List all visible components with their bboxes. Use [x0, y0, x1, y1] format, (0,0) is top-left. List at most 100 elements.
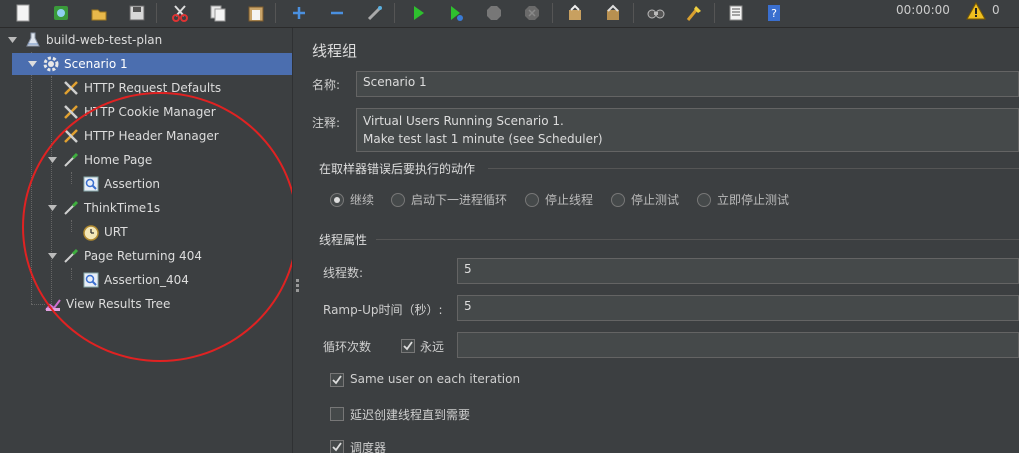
templates-icon[interactable]	[48, 1, 74, 25]
expand-arrow-icon[interactable]	[26, 58, 38, 70]
section-divider	[376, 239, 1019, 240]
stop-icon[interactable]	[481, 1, 507, 25]
thread-group-panel: 线程组 名称: Scenario 1 注释: Virtual Users Run…	[302, 28, 1019, 453]
pipette-icon	[62, 151, 80, 169]
collapse-icon[interactable]	[324, 1, 350, 25]
tree-item-label: ThinkTime1s	[84, 201, 161, 215]
scheduler-label: 调度器	[350, 441, 387, 453]
radio-label: 停止线程	[545, 193, 594, 207]
loop-count-field[interactable]	[457, 332, 1019, 358]
page-title: 线程组	[312, 42, 358, 60]
save-icon[interactable]	[124, 1, 150, 25]
tree-item-assertion[interactable]: Assertion	[82, 173, 160, 195]
tree-item-scenario-1[interactable]: Scenario 1	[12, 53, 292, 75]
radio-label: 启动下一进程循环	[411, 193, 508, 207]
radio-label: 继续	[350, 193, 375, 207]
expand-arrow-icon[interactable]	[46, 250, 58, 262]
check-icon	[332, 442, 342, 452]
new-icon[interactable]	[10, 1, 36, 25]
radio-stop-test[interactable]: 停止测试	[611, 191, 679, 208]
tree-item-label: URT	[104, 225, 128, 239]
error-action-section-title: 在取样器错误后要执行的动作	[319, 162, 476, 176]
expand-icon[interactable]	[286, 1, 312, 25]
comment-field[interactable]: Virtual Users Running Scenario 1. Make t…	[356, 108, 1019, 152]
warning-count: 0	[992, 3, 1000, 17]
cut-icon[interactable]	[167, 1, 193, 25]
chart-icon	[44, 295, 62, 313]
expand-arrow-icon[interactable]	[46, 202, 58, 214]
start-icon[interactable]	[405, 1, 431, 25]
tree-item-assertion-404[interactable]: Assertion_404	[82, 269, 189, 291]
gear-icon	[42, 55, 60, 73]
section-divider	[488, 168, 1019, 169]
forever-checkbox[interactable]	[401, 339, 415, 353]
radio-continue[interactable]: 继续	[330, 191, 374, 208]
tree-item-page-returning-404[interactable]: Page Returning 404	[46, 245, 202, 267]
radio-start-next-loop[interactable]: 启动下一进程循环	[391, 191, 507, 208]
tree-item-view-results-tree[interactable]: View Results Tree	[44, 293, 170, 315]
tree-item-label: Assertion	[104, 177, 161, 191]
tree-item-label: Assertion_404	[104, 273, 189, 287]
tree-item-label: HTTP Request Defaults	[84, 81, 222, 95]
scheduler-checkbox[interactable]	[330, 440, 344, 453]
tree-item-test-plan[interactable]: build-web-test-plan	[6, 29, 292, 51]
toolbar: ? 00:00:00 0	[0, 0, 1019, 28]
search-icon[interactable]	[643, 1, 669, 25]
comment-line: Make test last 1 minute (see Scheduler)	[363, 132, 603, 146]
tree-item-http-request-defaults[interactable]: HTTP Request Defaults	[62, 77, 221, 99]
threads-field[interactable]: 5	[457, 258, 1019, 284]
threads-label: 线程数:	[323, 266, 364, 280]
tree-item-label: Scenario 1	[64, 57, 128, 71]
magnifier-icon	[82, 175, 100, 193]
tree-item-label: Page Returning 404	[84, 249, 202, 263]
test-plan-icon	[24, 31, 42, 49]
tree-item-thinktime1s[interactable]: ThinkTime1s	[46, 197, 160, 219]
open-icon[interactable]	[86, 1, 112, 25]
wrench-icon	[62, 103, 80, 121]
tree-item-home-page[interactable]: Home Page	[46, 149, 152, 171]
radio-icon[interactable]	[697, 192, 711, 207]
tree-item-http-header-manager[interactable]: HTTP Header Manager	[62, 125, 219, 147]
clear-icon[interactable]	[562, 1, 588, 25]
forever-label: 永远	[420, 340, 445, 354]
function-helper-icon[interactable]	[723, 1, 749, 25]
pipette-icon	[62, 247, 80, 265]
clear-all-icon[interactable]	[600, 1, 626, 25]
pipette-icon	[62, 199, 80, 217]
radio-icon[interactable]	[525, 192, 539, 207]
radio-stop-thread[interactable]: 停止线程	[525, 191, 593, 208]
tree-item-http-cookie-manager[interactable]: HTTP Cookie Manager	[62, 101, 216, 123]
radio-selected-icon[interactable]	[330, 192, 344, 207]
name-field[interactable]: Scenario 1	[356, 71, 1019, 97]
wrench-icon	[62, 79, 80, 97]
delay-thread-creation-checkbox[interactable]	[330, 407, 344, 421]
radio-stop-test-now[interactable]: 立即停止测试	[697, 191, 789, 208]
svg-text:?: ?	[771, 7, 777, 20]
paste-icon[interactable]	[243, 1, 269, 25]
reset-search-icon[interactable]	[681, 1, 707, 25]
copy-icon[interactable]	[205, 1, 231, 25]
rampup-field[interactable]: 5	[457, 295, 1019, 321]
check-icon	[332, 375, 342, 385]
check-icon	[403, 341, 413, 351]
tree-item-label: HTTP Header Manager	[84, 129, 219, 143]
shutdown-icon[interactable]	[519, 1, 545, 25]
radio-icon[interactable]	[391, 192, 405, 207]
warning-icon[interactable]	[966, 1, 986, 23]
start-no-pause-icon[interactable]	[443, 1, 469, 25]
same-user-checkbox[interactable]	[330, 373, 344, 387]
tree-item-label: HTTP Cookie Manager	[84, 105, 216, 119]
divider-grip-icon[interactable]	[296, 279, 299, 293]
test-plan-tree[interactable]: build-web-test-plan Scenario 1 HTTP Requ…	[0, 28, 298, 453]
tree-item-urt[interactable]: URT	[82, 221, 128, 243]
expand-arrow-icon[interactable]	[6, 34, 18, 46]
expand-arrow-icon[interactable]	[46, 154, 58, 166]
thread-properties-section-title: 线程属性	[319, 233, 368, 247]
radio-icon[interactable]	[611, 192, 625, 207]
same-user-label: Same user on each iteration	[350, 372, 521, 386]
help-icon[interactable]: ?	[761, 1, 787, 25]
tree-item-label: Home Page	[84, 153, 153, 167]
toggle-icon[interactable]	[362, 1, 388, 25]
rampup-label: Ramp-Up时间（秒）:	[323, 303, 443, 317]
split-pane-divider[interactable]	[292, 28, 302, 453]
